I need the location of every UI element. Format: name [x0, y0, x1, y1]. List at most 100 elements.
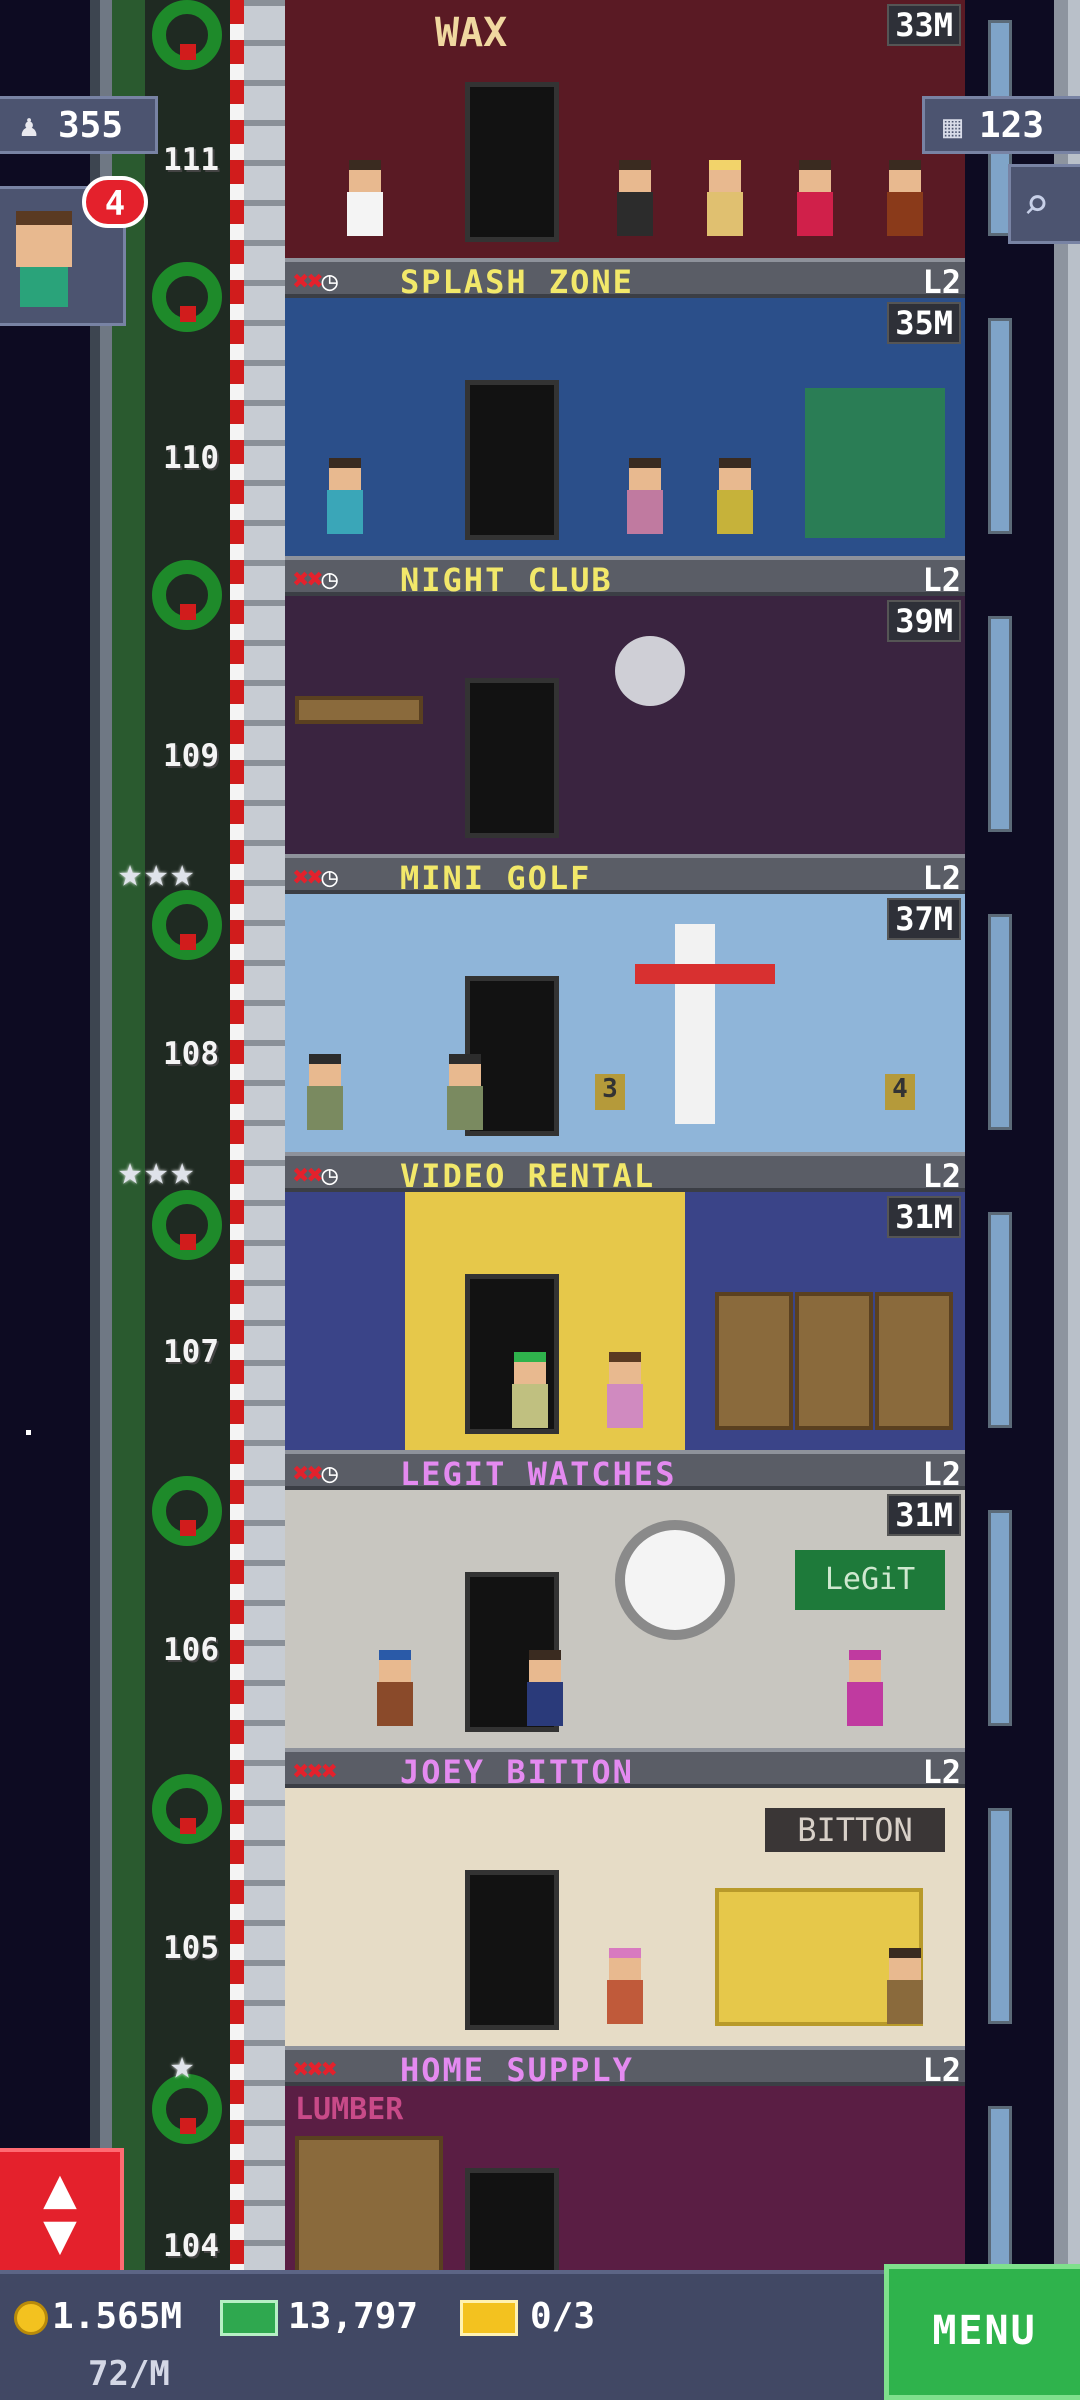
- disco-ball: [615, 636, 685, 706]
- bux-value: 13,797: [288, 2296, 419, 2337]
- floor-status-icons: ✖✖◷: [293, 1160, 338, 1191]
- floor-room[interactable]: WAX: [285, 0, 965, 258]
- population-counter[interactable]: ♟ 355: [0, 96, 158, 154]
- bar-shelf: [295, 696, 423, 724]
- floor-mini-golf[interactable]: ✖✖◷ MINI GOLF L2 3 4 37M: [285, 854, 965, 1152]
- bux-counter[interactable]: 13,797: [220, 2296, 418, 2337]
- elevator-floor-number[interactable]: 104: [150, 2228, 232, 2264]
- bitizen[interactable]: [345, 160, 385, 240]
- floor-joey-bitton[interactable]: ✖✖✖ JOEY BITTON L2 BITTON: [285, 1748, 965, 2046]
- tower-window: [988, 914, 1012, 1130]
- coins-value: 1.565M: [52, 2296, 183, 2337]
- floor-video-rental[interactable]: ✖✖◷ VIDEO RENTAL L2 31M: [285, 1152, 965, 1450]
- elevator-button[interactable]: ▲ ▼: [0, 2148, 124, 2274]
- bitizen[interactable]: [845, 1650, 885, 1730]
- video-shelf: [715, 1292, 793, 1430]
- menu-button[interactable]: MENU: [884, 2264, 1080, 2400]
- floor-level: L2: [922, 2051, 961, 2089]
- bitizen[interactable]: [305, 1054, 345, 1134]
- floor-namebar[interactable]: ✖✖◷ MINI GOLF L2: [285, 854, 965, 897]
- wreath-icon: [152, 1476, 222, 1546]
- palm-tree: [805, 388, 945, 538]
- elevator-floor-number[interactable]: 108: [150, 1036, 232, 1072]
- elevator-floor-number[interactable]: 106: [150, 1632, 232, 1668]
- floor-name: LEGIT WATCHES: [400, 1455, 677, 1493]
- tower-window: [988, 1212, 1012, 1428]
- magnifier-icon: ⌕: [1023, 179, 1050, 230]
- floor-namebar[interactable]: ✖✖✖ HOME SUPPLY L2: [285, 2046, 965, 2089]
- floor-rating-stars-icon: ★: [170, 2042, 197, 2088]
- floor-status-icons: ✖✖◷: [293, 564, 338, 595]
- floor-price: 35M: [887, 302, 961, 344]
- floor-namebar[interactable]: ✖✖✖ JOEY BITTON L2: [285, 1748, 965, 1791]
- floor-level: L2: [922, 1753, 961, 1791]
- floor-room[interactable]: [285, 1192, 965, 1450]
- floor-level: L2: [922, 263, 961, 301]
- notification-badge[interactable]: 4: [82, 176, 148, 228]
- bitizen[interactable]: [510, 1352, 550, 1432]
- coins-counter[interactable]: 1.565M: [14, 2296, 182, 2337]
- floor-room[interactable]: [285, 596, 965, 854]
- bitizen[interactable]: [375, 1650, 415, 1730]
- floor-name: VIDEO RENTAL: [400, 1157, 656, 1195]
- tower-window: [988, 318, 1012, 534]
- floor-price: 39M: [887, 600, 961, 642]
- tower-left-wall: [90, 0, 145, 2270]
- coin-rate: 72/M: [88, 2354, 170, 2394]
- floor-night-club[interactable]: ✖✖◷ NIGHT CLUB L2 39M: [285, 556, 965, 854]
- floor-price: 37M: [887, 898, 961, 940]
- wax-sign: WAX: [435, 10, 508, 56]
- floor-room[interactable]: [285, 298, 965, 556]
- bitizen[interactable]: [605, 1352, 645, 1432]
- floor-wax[interactable]: WAX 33M: [285, 0, 965, 258]
- floor-namebar[interactable]: ✖✖◷ NIGHT CLUB L2: [285, 556, 965, 599]
- bitizen[interactable]: [795, 160, 835, 240]
- windmill-blade: [635, 964, 775, 984]
- tower-right-wall: [1054, 0, 1080, 2270]
- tower-window: [988, 616, 1012, 832]
- bitizen[interactable]: [625, 458, 665, 538]
- floor-splash-zone[interactable]: ✖✖◷ SPLASH ZONE L2 35M: [285, 258, 965, 556]
- bux-icon: [220, 2300, 278, 2336]
- floor-room[interactable]: BITTON: [285, 1788, 965, 2046]
- bitizen[interactable]: [615, 160, 655, 240]
- search-button[interactable]: ⌕: [1008, 164, 1080, 244]
- wreath-icon: [152, 262, 222, 332]
- elevator-floor-number[interactable]: 111: [150, 142, 232, 178]
- sky-star: [26, 1430, 31, 1435]
- floor-door: [465, 82, 559, 242]
- bitizen[interactable]: [715, 458, 755, 538]
- legit-sign: LeGiT: [795, 1550, 945, 1610]
- video-shelf: [875, 1292, 953, 1430]
- floor-name: MINI GOLF: [400, 859, 592, 897]
- bitizen[interactable]: [445, 1054, 485, 1134]
- tickets-counter[interactable]: 0/3: [460, 2296, 595, 2337]
- bitizen[interactable]: [885, 160, 925, 240]
- tickets-value: 0/3: [530, 2296, 596, 2337]
- wreath-icon: [152, 560, 222, 630]
- elevator-floor-number[interactable]: 109: [150, 738, 232, 774]
- floor-status-icons: ✖✖◷: [293, 1458, 338, 1489]
- bitizen[interactable]: [705, 160, 745, 240]
- floors-counter[interactable]: ▦ 123: [922, 96, 1080, 154]
- bitizen[interactable]: [325, 458, 365, 538]
- elevator-floor-number[interactable]: 105: [150, 1930, 232, 1966]
- floor-name: SPLASH ZONE: [400, 263, 634, 301]
- video-shelf: [795, 1292, 873, 1430]
- elevator-floor-number[interactable]: 110: [150, 440, 232, 476]
- floor-legit-watches[interactable]: ✖✖◷ LEGIT WATCHES L2 LeGiT 31M: [285, 1450, 965, 1748]
- floor-namebar[interactable]: ✖✖◷ SPLASH ZONE L2: [285, 258, 965, 301]
- floor-room[interactable]: 3 4: [285, 894, 965, 1152]
- ticket-icon: [460, 2300, 518, 2336]
- bitizen[interactable]: [885, 1948, 925, 2028]
- bitizen[interactable]: [525, 1650, 565, 1730]
- floor-namebar[interactable]: ✖✖◷ LEGIT WATCHES L2: [285, 1450, 965, 1493]
- floor-namebar[interactable]: ✖✖◷ VIDEO RENTAL L2: [285, 1152, 965, 1195]
- floor-status-icons: ✖✖✖: [293, 2054, 338, 2085]
- elevator-floor-number[interactable]: 107: [150, 1334, 232, 1370]
- coin-icon: [14, 2301, 48, 2335]
- floor-door: [465, 1870, 559, 2030]
- hole-sign: 3: [595, 1074, 625, 1110]
- floor-room[interactable]: LeGiT: [285, 1490, 965, 1748]
- bitizen[interactable]: [605, 1948, 645, 2028]
